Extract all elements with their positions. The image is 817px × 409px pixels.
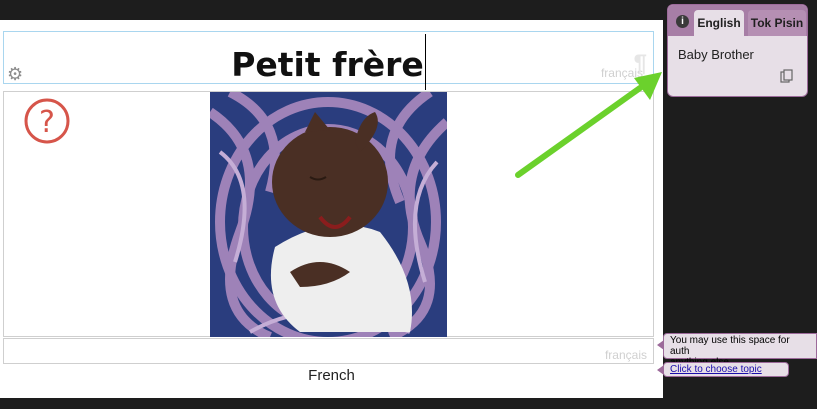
hint-notch	[657, 365, 664, 375]
baby-illustration	[210, 92, 447, 337]
svg-text:?: ?	[39, 105, 55, 140]
caption-hint-line1: You may use this space for auth	[670, 335, 790, 357]
choose-topic-link[interactable]: Click to choose topic	[670, 364, 762, 375]
book-page: Petit frère ⚙ français ¶ ? français Fren…	[0, 20, 663, 398]
tab-info[interactable]: i	[672, 10, 692, 36]
title-text[interactable]: Petit frère	[4, 34, 653, 90]
title-field[interactable]: Petit frère ⚙ français ¶	[3, 31, 654, 90]
caption-hint: You may use this space for auth anything…	[657, 333, 817, 368]
language-label: French	[308, 367, 355, 384]
translation-bubble: i English Tok Pisin Baby Brother	[667, 4, 808, 97]
gear-icon[interactable]: ⚙	[7, 65, 25, 83]
copy-icon[interactable]	[780, 69, 794, 83]
translation-tabs: i English Tok Pisin	[668, 5, 807, 36]
tab-english[interactable]: English	[694, 10, 744, 36]
tab-tok-pisin[interactable]: Tok Pisin	[748, 10, 806, 36]
image-container[interactable]: ?	[3, 91, 654, 337]
pilcrow-icon: ¶	[633, 50, 647, 77]
topic-hint: Click to choose topic	[657, 362, 789, 377]
info-icon: i	[676, 15, 689, 28]
hint-notch	[657, 340, 664, 350]
caption-field[interactable]: français	[3, 338, 654, 364]
help-icon[interactable]: ?	[23, 97, 71, 145]
caption-language-tag: français	[604, 348, 647, 362]
text-caret	[424, 34, 426, 90]
translation-text: Baby Brother	[678, 47, 754, 62]
